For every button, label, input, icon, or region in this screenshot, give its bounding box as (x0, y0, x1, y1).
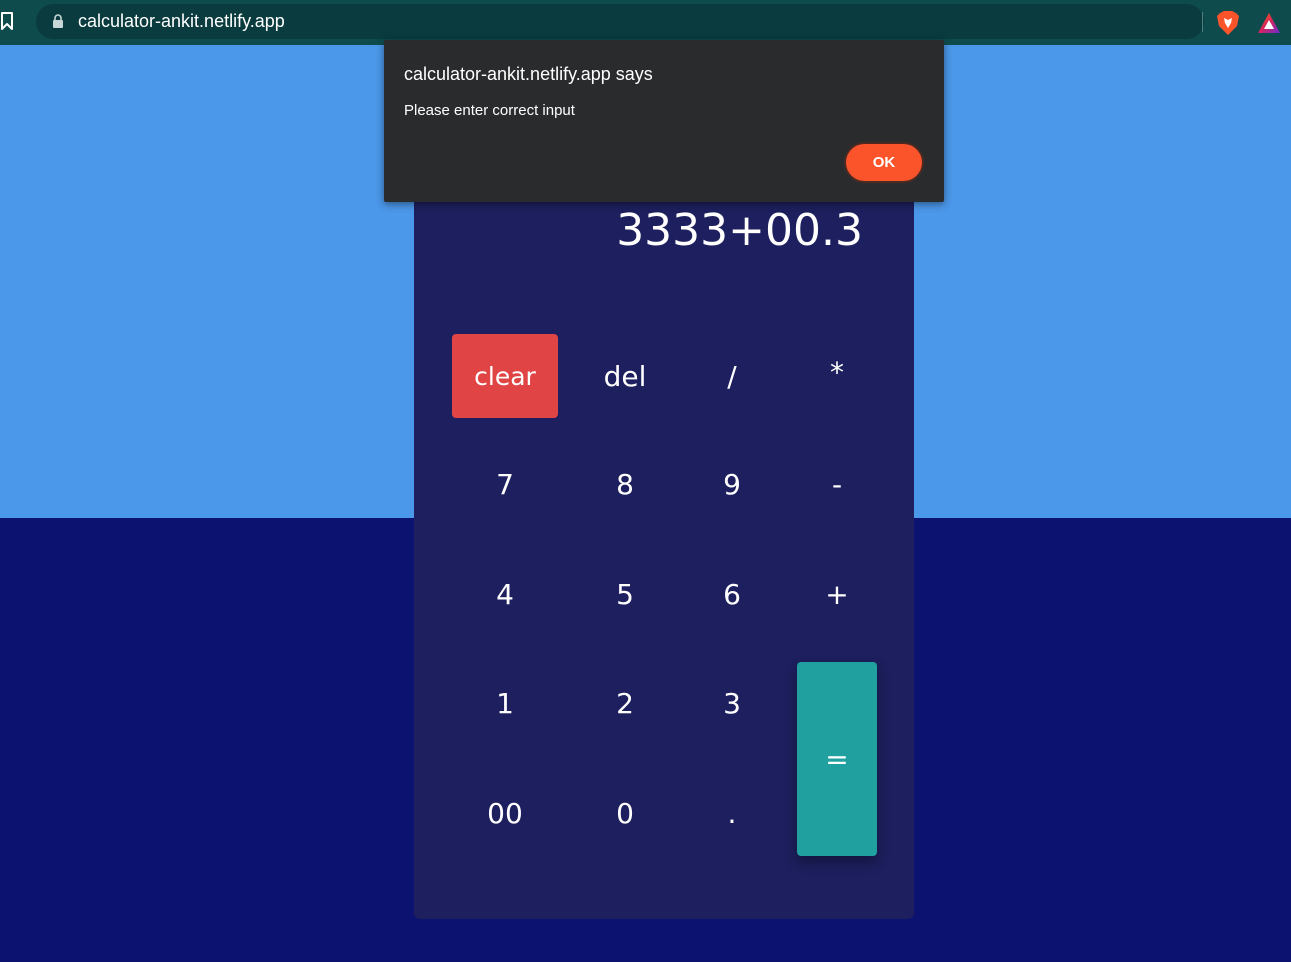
double-zero-button[interactable]: 00 (455, 771, 555, 855)
divide-button[interactable]: / (682, 334, 782, 418)
calculator-display: 3333+00.3 (616, 205, 863, 256)
brave-shields-icon[interactable] (1216, 10, 1240, 36)
decimal-button[interactable]: . (682, 771, 782, 855)
toolbar-divider (1202, 12, 1203, 32)
url-text[interactable]: calculator-ankit.netlify.app (78, 11, 285, 32)
ok-button[interactable]: OK (844, 142, 924, 183)
digit-9-button[interactable]: 9 (682, 442, 782, 526)
lock-icon[interactable] (52, 14, 64, 28)
delete-button[interactable]: del (575, 334, 675, 418)
equals-button[interactable]: = (797, 662, 877, 856)
alert-title: calculator-ankit.netlify.app says (404, 64, 653, 84)
multiply-button[interactable]: * (787, 330, 887, 414)
calculator: 3333+00.3 clear del / * 7 8 9 - 4 5 6 + … (414, 135, 914, 919)
add-button[interactable]: + (787, 552, 887, 636)
brave-rewards-icon[interactable] (1257, 12, 1281, 34)
alert-message: Please enter correct input (404, 102, 575, 119)
alert-dialog: calculator-ankit.netlify.app says Please… (384, 40, 944, 202)
clear-button[interactable]: clear (452, 334, 558, 418)
browser-toolbar: calculator-ankit.netlify.app (0, 0, 1291, 45)
digit-5-button[interactable]: 5 (575, 552, 675, 636)
bookmark-icon[interactable] (1, 12, 13, 30)
digit-0-button[interactable]: 0 (575, 771, 675, 855)
address-bar[interactable]: calculator-ankit.netlify.app (36, 4, 1204, 39)
digit-8-button[interactable]: 8 (575, 442, 675, 526)
digit-6-button[interactable]: 6 (682, 552, 782, 636)
digit-1-button[interactable]: 1 (455, 661, 555, 745)
digit-3-button[interactable]: 3 (682, 661, 782, 745)
digit-7-button[interactable]: 7 (455, 442, 555, 526)
digit-4-button[interactable]: 4 (455, 552, 555, 636)
subtract-button[interactable]: - (787, 442, 887, 526)
digit-2-button[interactable]: 2 (575, 661, 675, 745)
